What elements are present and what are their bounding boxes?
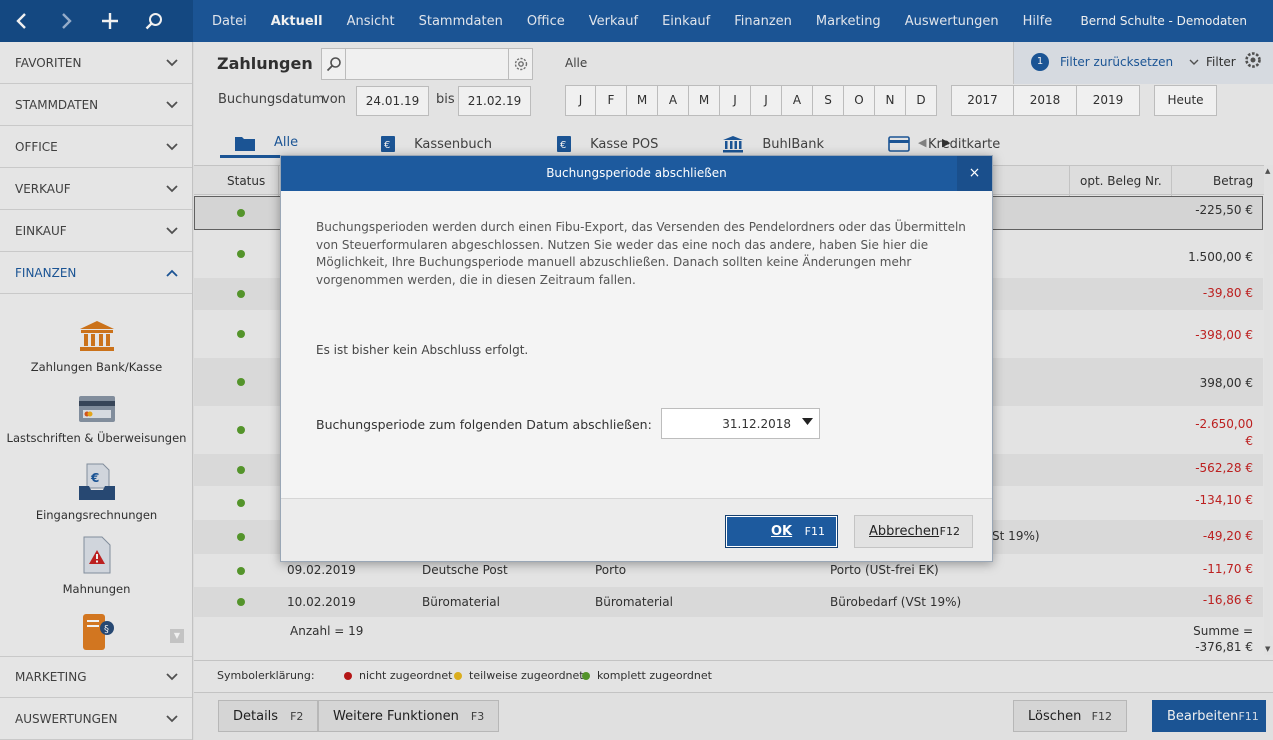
dialog-title: Buchungsperiode abschließen	[546, 166, 727, 180]
close-button[interactable]: ×	[957, 156, 992, 191]
button-label: Abbrechen	[869, 524, 940, 539]
closing-date-select[interactable]: 31.12.2018	[661, 408, 820, 439]
close-icon: ×	[968, 165, 981, 181]
selected-date: 31.12.2018	[722, 417, 791, 431]
caret-down-icon	[802, 418, 813, 425]
shortcut-key: F12	[939, 525, 960, 538]
close-period-dialog: Buchungsperiode abschließen × Buchungspe…	[280, 155, 993, 562]
dialog-header: Buchungsperiode abschließen ×	[281, 156, 992, 191]
closing-status: Es ist bisher kein Abschluss erfolgt.	[316, 343, 529, 357]
closing-date-label: Buchungsperiode zum folgenden Datum absc…	[316, 417, 652, 432]
ok-button[interactable]: OK F11	[725, 515, 838, 548]
dialog-body: Buchungsperioden werden durch einen Fibu…	[281, 191, 992, 499]
button-label: OK	[771, 524, 793, 539]
shortcut-key: F11	[804, 525, 825, 538]
dialog-description: Buchungsperioden werden durch einen Fibu…	[316, 220, 966, 287]
dialog-footer: OK F11 Abbrechen F12	[281, 499, 992, 561]
cancel-button[interactable]: Abbrechen F12	[854, 515, 973, 548]
